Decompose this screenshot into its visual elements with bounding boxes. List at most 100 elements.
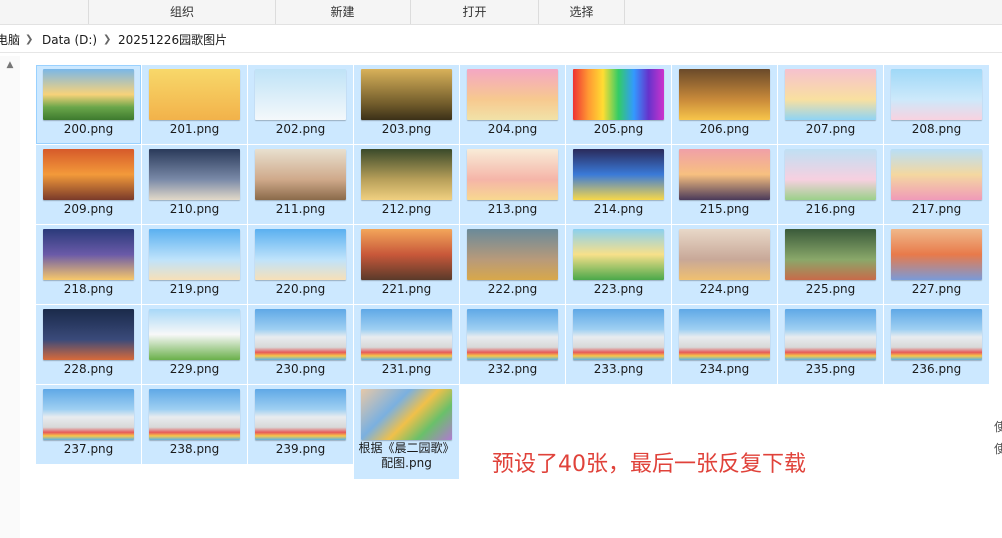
file-name[interactable]: 216.png: [778, 202, 883, 217]
file-item[interactable]: 根据《晨二园歌》配图.png: [354, 385, 459, 479]
file-item[interactable]: 225.png: [778, 225, 883, 304]
chevron-right-icon[interactable]: ❯: [103, 28, 111, 52]
file-item[interactable]: 234.png: [672, 305, 777, 384]
file-name[interactable]: 214.png: [566, 202, 671, 217]
file-item[interactable]: 206.png: [672, 65, 777, 144]
ribbon-group-select[interactable]: 选择: [539, 0, 625, 24]
file-item[interactable]: 229.png: [142, 305, 247, 384]
file-item[interactable]: 212.png: [354, 145, 459, 224]
file-name[interactable]: 215.png: [672, 202, 777, 217]
file-item[interactable]: 200.png: [36, 65, 141, 144]
graduation-thumbnail[interactable]: [149, 389, 240, 440]
file-item[interactable]: 227.png: [884, 225, 989, 304]
file-item[interactable]: 202.png: [248, 65, 353, 144]
paint-splash-thumbnail[interactable]: [679, 229, 770, 280]
file-name[interactable]: 202.png: [248, 122, 353, 137]
address-bar[interactable]: 电脑 ❯ Data (D:) ❯ 20251226园歌图片: [0, 28, 1002, 53]
rainbow-balloons-thumbnail[interactable]: [891, 69, 982, 120]
sunrise-landscape-thumbnail[interactable]: [43, 69, 134, 120]
balloon-sky-thumbnail[interactable]: [149, 229, 240, 280]
moon-rocket-thumbnail[interactable]: [43, 229, 134, 280]
file-item[interactable]: 214.png: [566, 145, 671, 224]
cartoon-child-thumbnail[interactable]: [149, 69, 240, 120]
file-item[interactable]: 216.png: [778, 145, 883, 224]
file-item[interactable]: 231.png: [354, 305, 459, 384]
file-name[interactable]: 217.png: [884, 202, 989, 217]
vertical-scrollbar[interactable]: ▲: [0, 56, 20, 538]
file-item[interactable]: 203.png: [354, 65, 459, 144]
file-name[interactable]: 235.png: [778, 362, 883, 377]
graduation-thumbnail[interactable]: [255, 389, 346, 440]
file-item[interactable]: 223.png: [566, 225, 671, 304]
file-name[interactable]: 208.png: [884, 122, 989, 137]
file-item[interactable]: 237.png: [36, 385, 141, 464]
file-item[interactable]: 220.png: [248, 225, 353, 304]
file-item[interactable]: 232.png: [460, 305, 565, 384]
file-name[interactable]: 207.png: [778, 122, 883, 137]
file-name[interactable]: 212.png: [354, 202, 459, 217]
file-name[interactable]: 239.png: [248, 442, 353, 457]
file-item[interactable]: 210.png: [142, 145, 247, 224]
file-name[interactable]: 236.png: [884, 362, 989, 377]
file-item[interactable]: 235.png: [778, 305, 883, 384]
rain-umbrellas-thumbnail[interactable]: [785, 229, 876, 280]
file-name[interactable]: 210.png: [142, 202, 247, 217]
graduation-thumbnail[interactable]: [361, 309, 452, 360]
sunset-kids-thumbnail[interactable]: [43, 149, 134, 200]
file-name[interactable]: 234.png: [672, 362, 777, 377]
file-name[interactable]: 219.png: [142, 282, 247, 297]
file-item[interactable]: 230.png: [248, 305, 353, 384]
backpacks-thumbnail[interactable]: [467, 229, 558, 280]
file-name[interactable]: 238.png: [142, 442, 247, 457]
file-item[interactable]: 222.png: [460, 225, 565, 304]
file-name[interactable]: 211.png: [248, 202, 353, 217]
graduation-thumbnail[interactable]: [467, 309, 558, 360]
file-item[interactable]: 207.png: [778, 65, 883, 144]
file-item[interactable]: 219.png: [142, 225, 247, 304]
file-name[interactable]: 237.png: [36, 442, 141, 457]
file-name[interactable]: 203.png: [354, 122, 459, 137]
file-name[interactable]: 200.png: [36, 122, 141, 137]
ribbon-group-new[interactable]: 新建: [275, 0, 411, 24]
scroll-up-arrow-icon[interactable]: ▲: [3, 58, 17, 72]
file-item[interactable]: 217.png: [884, 145, 989, 224]
file-name[interactable]: 230.png: [248, 362, 353, 377]
file-name[interactable]: 225.png: [778, 282, 883, 297]
file-item[interactable]: 221.png: [354, 225, 459, 304]
cloud-sparkles-thumbnail[interactable]: [149, 149, 240, 200]
graduation-thumbnail[interactable]: [679, 309, 770, 360]
file-name[interactable]: 根据《晨二园歌》配图.png: [358, 441, 455, 471]
file-name[interactable]: 231.png: [354, 362, 459, 377]
file-name[interactable]: 232.png: [460, 362, 565, 377]
rainbow-kids-row-thumbnail[interactable]: [573, 69, 664, 120]
file-item[interactable]: 224.png: [672, 225, 777, 304]
file-name[interactable]: 223.png: [566, 282, 671, 297]
tree-sprout-thumbnail[interactable]: [361, 69, 452, 120]
file-item[interactable]: 233.png: [566, 305, 671, 384]
flying-children-thumbnail[interactable]: [255, 69, 346, 120]
rainbow-arch-thumbnail[interactable]: [573, 229, 664, 280]
dance-stage-thumbnail[interactable]: [573, 149, 664, 200]
school-gate-thumbnail[interactable]: [149, 309, 240, 360]
file-name[interactable]: 227.png: [884, 282, 989, 297]
graduation-thumbnail[interactable]: [573, 309, 664, 360]
file-name[interactable]: 220.png: [248, 282, 353, 297]
file-item[interactable]: 208.png: [884, 65, 989, 144]
playground-thumbnail[interactable]: [891, 149, 982, 200]
night-lanterns-thumbnail[interactable]: [43, 309, 134, 360]
file-name[interactable]: 221.png: [354, 282, 459, 297]
graduation-thumbnail[interactable]: [785, 309, 876, 360]
file-item[interactable]: 215.png: [672, 145, 777, 224]
file-item[interactable]: 201.png: [142, 65, 247, 144]
rainbow-silhouettes-thumbnail[interactable]: [679, 149, 770, 200]
ribbon-group-open[interactable]: 打开: [411, 0, 539, 24]
handprint-wall-thumbnail[interactable]: [891, 229, 982, 280]
laughing-kids-thumbnail[interactable]: [679, 69, 770, 120]
balloon-sky-2-thumbnail[interactable]: [255, 229, 346, 280]
file-name[interactable]: 209.png: [36, 202, 141, 217]
school-building-thumbnail[interactable]: [361, 229, 452, 280]
file-item[interactable]: 218.png: [36, 225, 141, 304]
file-name[interactable]: 233.png: [566, 362, 671, 377]
chevron-right-icon[interactable]: ❯: [25, 28, 33, 52]
file-item[interactable]: 238.png: [142, 385, 247, 464]
